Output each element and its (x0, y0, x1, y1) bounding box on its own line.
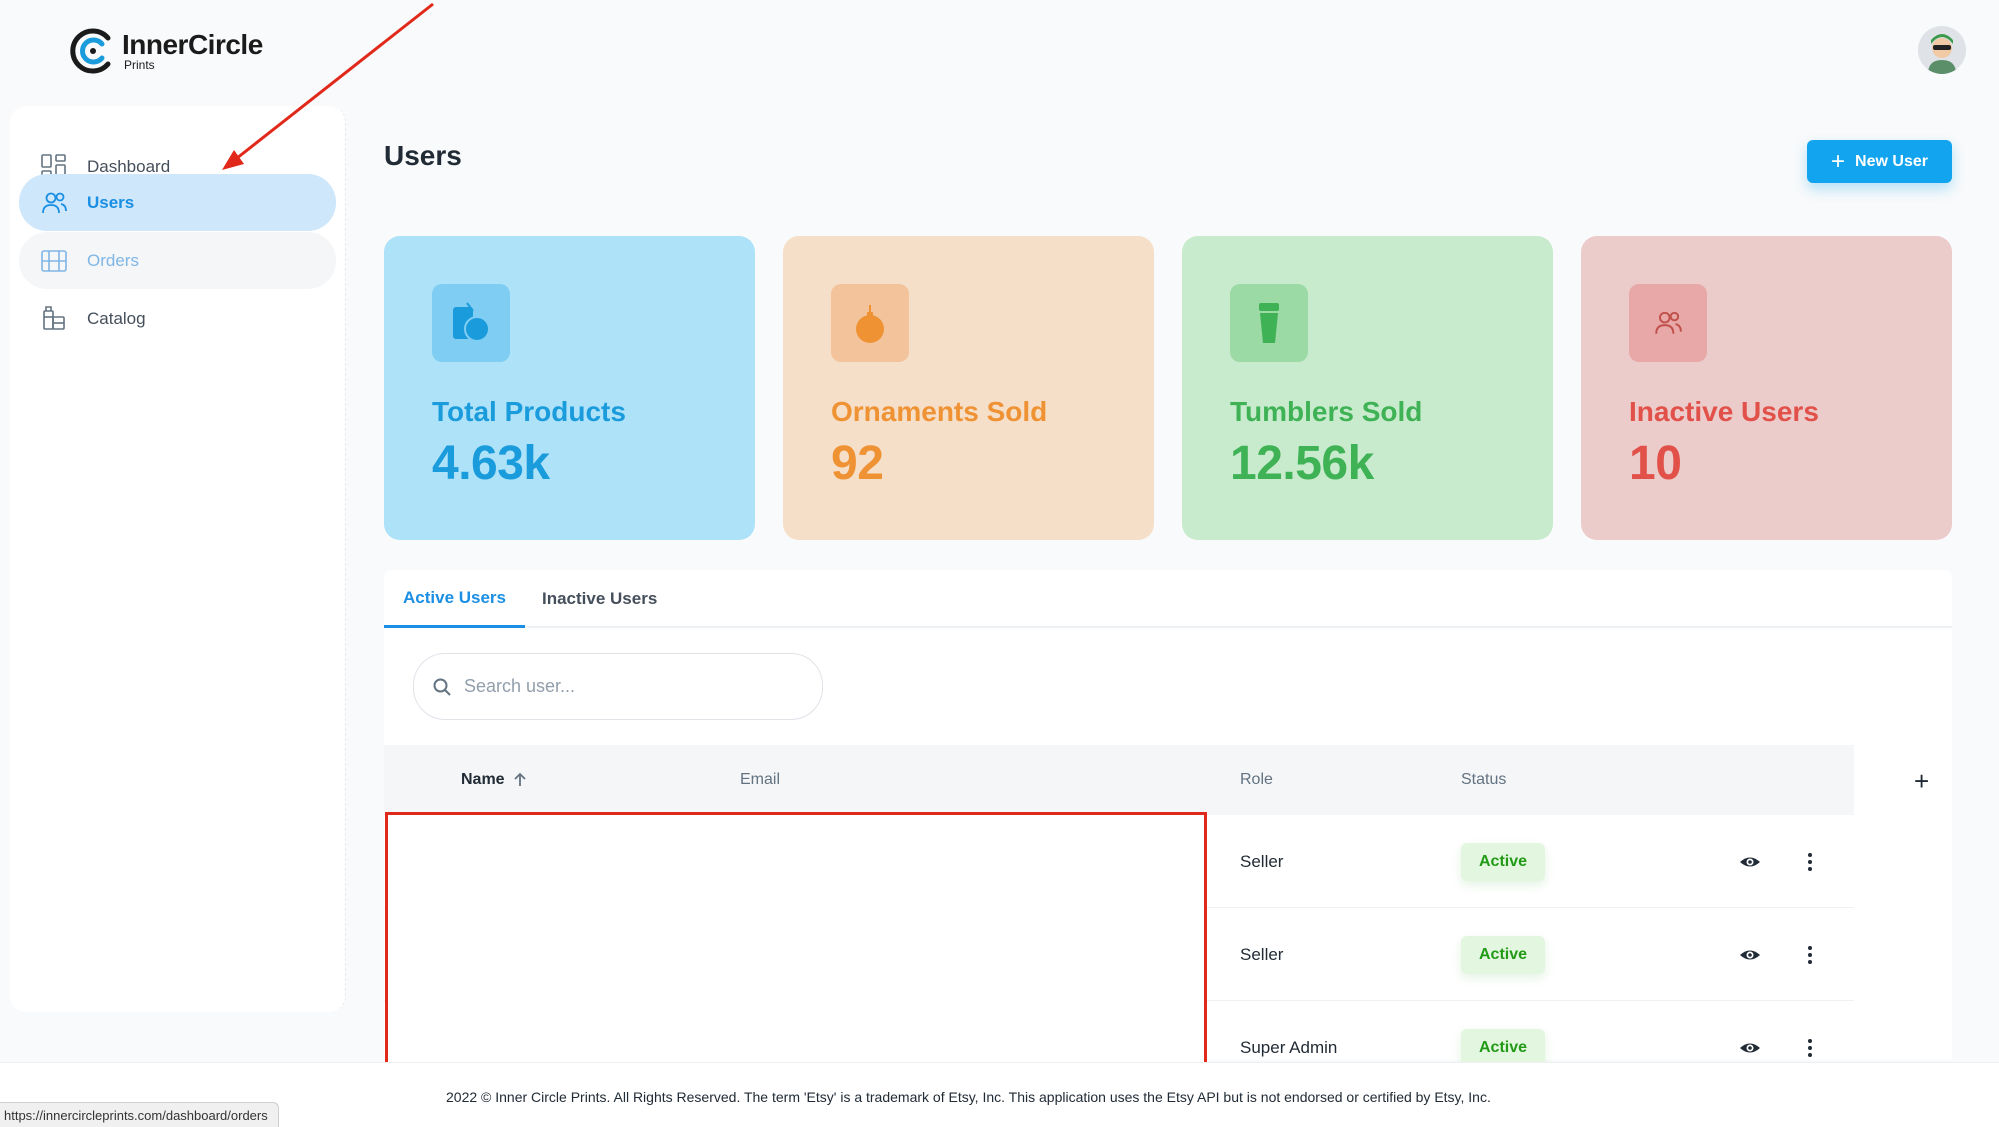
sidebar-item-label: Catalog (87, 308, 146, 328)
sidebar-item-label: Users (87, 192, 135, 212)
stat-value: 4.63k (432, 437, 550, 490)
brand-sub: Prints (124, 58, 155, 72)
stat-label: Inactive Users (1629, 396, 1819, 427)
role-cell: Seller (1240, 944, 1284, 964)
column-status[interactable]: Status (1461, 745, 1506, 815)
stat-card-total-products: Total Products 4.63k (384, 236, 755, 540)
stat-label: Total Products (432, 396, 626, 427)
tab-inactive-users[interactable]: Inactive Users (542, 570, 657, 628)
status-cell: Active (1461, 908, 1546, 1001)
status-badge: Active (1461, 1028, 1546, 1067)
column-label: Status (1461, 771, 1507, 788)
stat-card-tumblers-sold: Tumblers Sold 12.56k (1182, 236, 1553, 540)
search-input[interactable] (464, 676, 794, 697)
column-label: Name (461, 771, 505, 788)
redaction-box (385, 812, 1207, 1068)
sidebar: Dashboard Users Orders Catalog (10, 106, 346, 1012)
search-icon (433, 678, 451, 696)
table-header: Name Email Role Status (384, 745, 1854, 815)
more-options-icon[interactable] (1798, 908, 1822, 1001)
new-user-label: New User (1855, 152, 1928, 170)
column-label: Role (1240, 771, 1273, 788)
stat-label: Ornaments Sold (831, 396, 1048, 427)
column-role[interactable]: Role (1240, 745, 1273, 815)
more-options-icon[interactable] (1798, 815, 1822, 908)
app-logo[interactable]: InnerCircle Prints (68, 26, 263, 76)
column-email[interactable]: Email (740, 745, 780, 815)
stat-card-inactive-users: Inactive Users 10 (1581, 236, 1952, 540)
view-icon[interactable] (1738, 908, 1762, 1001)
status-badge: Active (1461, 935, 1546, 974)
orders-icon (39, 246, 69, 276)
catalog-icon (39, 304, 69, 334)
product-icon (432, 284, 510, 362)
sidebar-item-catalog[interactable]: Catalog (19, 290, 336, 347)
user-tabs: Active Users Inactive Users (384, 570, 1952, 628)
role-cell: Seller (1240, 851, 1284, 871)
column-name[interactable]: Name (461, 745, 529, 815)
view-icon[interactable] (1738, 815, 1762, 908)
footer: 2022 © Inner Circle Prints. All Rights R… (0, 1062, 1999, 1127)
status-cell: Active (1461, 815, 1546, 908)
status-badge: Active (1461, 842, 1546, 881)
logo-text: InnerCircle Prints (122, 29, 263, 72)
user-avatar[interactable] (1918, 26, 1966, 74)
stat-value: 12.56k (1230, 437, 1374, 490)
search-box[interactable] (413, 653, 823, 720)
column-label: Email (740, 771, 781, 788)
sidebar-item-label: Orders (87, 250, 139, 270)
new-user-button[interactable]: + New User (1807, 140, 1952, 183)
stat-card-ornaments-sold: Ornaments Sold 92 (783, 236, 1154, 540)
innercircle-logo-icon (70, 28, 111, 74)
users-icon (39, 188, 69, 218)
ornament-icon (831, 284, 909, 362)
sidebar-item-users[interactable]: Users (19, 174, 336, 231)
page-title: Users (384, 140, 462, 171)
footer-text: 2022 © Inner Circle Prints. All Rights R… (446, 1089, 1491, 1105)
add-column-icon[interactable]: + (1914, 766, 1929, 797)
tab-label: Inactive Users (542, 589, 658, 608)
brand-name: InnerCircle (122, 29, 263, 60)
stat-value: 10 (1629, 437, 1682, 490)
plus-icon: + (1831, 147, 1846, 175)
inactive-users-icon (1629, 284, 1707, 362)
stat-value: 92 (831, 437, 884, 490)
tab-label: Active Users (403, 587, 507, 607)
avatar-image (1918, 26, 1966, 74)
tab-active-users[interactable]: Active Users (384, 570, 526, 628)
sort-ascending-icon (513, 772, 526, 786)
status-bar-url: https://innercircleprints.com/dashboard/… (0, 1102, 279, 1127)
tumbler-icon (1230, 284, 1308, 362)
sidebar-item-orders[interactable]: Orders (19, 232, 336, 289)
stat-label: Tumblers Sold (1230, 396, 1423, 427)
